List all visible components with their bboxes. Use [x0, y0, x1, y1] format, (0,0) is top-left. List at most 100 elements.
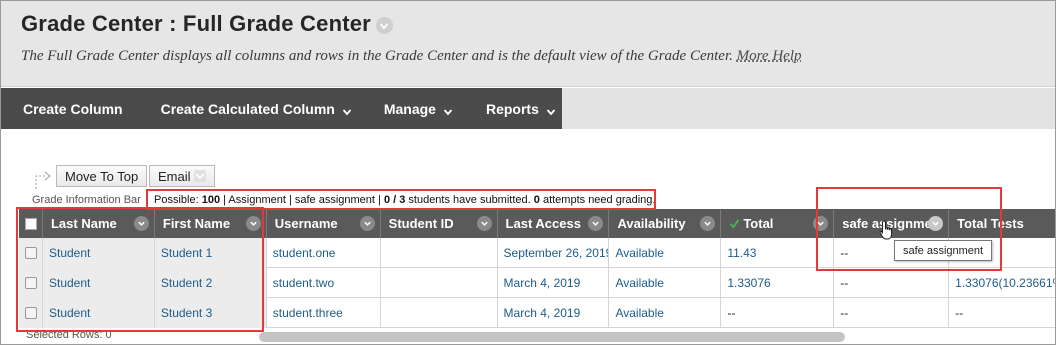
column-menu-chevron-icon[interactable]	[700, 216, 716, 231]
grade-center-frame: Grade Center : Full Grade Center The Ful…	[0, 0, 1056, 345]
manage-menu[interactable]: Manage	[384, 88, 453, 129]
last-name-cell[interactable]: Student	[42, 298, 155, 328]
move-to-top-button[interactable]: Move To Top	[56, 165, 148, 187]
table-row: Student Student 3 student.three March 4,…	[19, 298, 1055, 328]
email-label: Email	[158, 168, 191, 184]
first-name-cell[interactable]: Student 2	[154, 268, 267, 298]
chevron-down-icon	[443, 104, 453, 115]
move-to-top-label: Move To Top	[65, 168, 139, 184]
username-cell[interactable]: student.three	[267, 298, 381, 328]
chevron-down-icon	[193, 170, 206, 182]
column-menu-chevron-icon[interactable]	[133, 216, 149, 231]
row-select-cell	[19, 238, 43, 268]
page-description: The Full Grade Center displays all colum…	[21, 48, 801, 65]
info-end: attempts need grading.	[539, 194, 656, 206]
column-menu-chevron-icon[interactable]	[476, 216, 492, 231]
row-checkbox[interactable]	[25, 277, 37, 289]
info-mid2: students have submitted.	[405, 194, 534, 206]
page-description-text: The Full Grade Center displays all colum…	[21, 48, 733, 64]
info-mid1: | Assignment | safe assignment |	[220, 194, 384, 206]
column-header-last-access[interactable]: Last Access	[498, 209, 610, 238]
first-name-cell[interactable]: Student 1	[154, 238, 267, 268]
email-button[interactable]: Email	[149, 165, 215, 187]
total-cell[interactable]: 1.33076	[721, 268, 835, 298]
last-name-cell[interactable]: Student	[42, 238, 155, 268]
column-menu-chevron-icon[interactable]	[588, 216, 604, 231]
column-label: Total Tests	[957, 216, 1024, 231]
horizontal-scrollbar[interactable]	[259, 332, 845, 342]
move-arrow-icon	[35, 171, 51, 189]
column-label: Student ID	[388, 216, 454, 231]
title-row: Grade Center : Full Grade Center	[21, 11, 393, 37]
select-all-checkbox[interactable]	[25, 217, 37, 230]
last-access-cell[interactable]: March 4, 2019	[498, 268, 610, 298]
column-label: Username	[274, 216, 338, 231]
page-title: Grade Center : Full Grade Center	[21, 11, 371, 36]
availability-cell[interactable]: Available	[609, 268, 722, 298]
selected-rows-count: Selected Rows: 0	[26, 329, 112, 341]
column-menu-chevron-icon[interactable]	[245, 216, 261, 231]
column-tooltip: safe assignment	[894, 240, 993, 261]
safe-assignment-cell[interactable]: --	[834, 298, 950, 328]
column-header-first-name[interactable]: First Name	[155, 209, 267, 238]
column-menu-chevron-icon[interactable]	[928, 216, 944, 231]
manage-label: Manage	[383, 100, 436, 117]
grid-header-row: Last Name First Name Username Student ID…	[19, 209, 1055, 238]
student-id-cell[interactable]	[381, 268, 498, 298]
action-bar: Create Column Create Calculated Column M…	[1, 88, 562, 129]
info-prefix: Possible:	[154, 194, 202, 206]
table-row: Student Student 2 student.two March 4, 2…	[19, 268, 1055, 298]
username-cell[interactable]: student.one	[267, 238, 381, 268]
column-header-username[interactable]: Username	[267, 209, 381, 238]
column-header-availability[interactable]: Availability	[609, 209, 722, 238]
column-header-last-name[interactable]: Last Name	[43, 209, 155, 238]
total-cell[interactable]: --	[721, 298, 835, 328]
info-submitted: 0 / 3	[383, 194, 406, 206]
column-header-student-id[interactable]: Student ID	[381, 209, 498, 238]
last-access-cell[interactable]: September 26, 2019	[498, 238, 610, 268]
reports-label: Reports	[485, 100, 539, 117]
create-calculated-column-menu[interactable]: Create Calculated Column	[161, 88, 352, 129]
row-select-cell	[19, 268, 43, 298]
total-cell[interactable]: 11.43	[721, 238, 835, 268]
column-label: Availability	[617, 216, 686, 231]
info-possible: 100	[201, 194, 221, 206]
total-tests-cell[interactable]: 1.33076(10.23661%	[949, 268, 1055, 298]
hand-cursor-icon	[879, 220, 892, 240]
row-checkbox[interactable]	[25, 307, 37, 319]
chevron-down-icon	[546, 104, 556, 115]
first-name-cell[interactable]: Student 3	[154, 298, 267, 328]
total-tests-cell[interactable]: --	[949, 298, 1055, 328]
row-checkbox[interactable]	[25, 247, 37, 259]
column-menu-chevron-icon[interactable]	[813, 216, 829, 231]
student-id-cell[interactable]	[381, 238, 498, 268]
grade-information-text: Possible: 100 | Assignment | safe assign…	[154, 194, 655, 206]
column-label: Total	[743, 216, 774, 231]
safe-assignment-cell[interactable]: --	[834, 268, 950, 298]
username-cell[interactable]: student.two	[267, 268, 381, 298]
chevron-down-icon	[342, 104, 352, 115]
availability-cell[interactable]: Available	[609, 298, 722, 328]
more-help-link[interactable]: More Help	[737, 48, 802, 64]
create-column-label: Create Column	[23, 100, 123, 117]
column-label: Last Access	[505, 216, 581, 231]
row-select-cell	[19, 298, 43, 328]
grade-grid: Last Name First Name Username Student ID…	[19, 209, 1055, 344]
column-menu-chevron-icon[interactable]	[359, 216, 375, 231]
column-header-total-tests[interactable]: Total Tests	[949, 209, 1055, 238]
grade-information-bar-label: Grade Information Bar	[32, 194, 141, 206]
last-name-cell[interactable]: Student	[42, 268, 155, 298]
student-id-cell[interactable]	[381, 298, 498, 328]
availability-cell[interactable]: Available	[609, 238, 722, 268]
last-access-cell[interactable]: March 4, 2019	[498, 298, 610, 328]
title-menu-chevron-icon[interactable]	[375, 17, 393, 34]
column-header-total[interactable]: Total	[721, 209, 835, 238]
reports-menu[interactable]: Reports	[486, 88, 556, 129]
action-bar-filler	[562, 88, 1055, 129]
create-column-button[interactable]: Create Column	[23, 88, 123, 129]
column-label: Last Name	[50, 216, 117, 231]
create-calculated-column-label: Create Calculated Column	[160, 100, 335, 117]
check-icon	[730, 219, 740, 229]
select-all-cell	[19, 209, 43, 238]
column-label: First Name	[162, 216, 231, 231]
